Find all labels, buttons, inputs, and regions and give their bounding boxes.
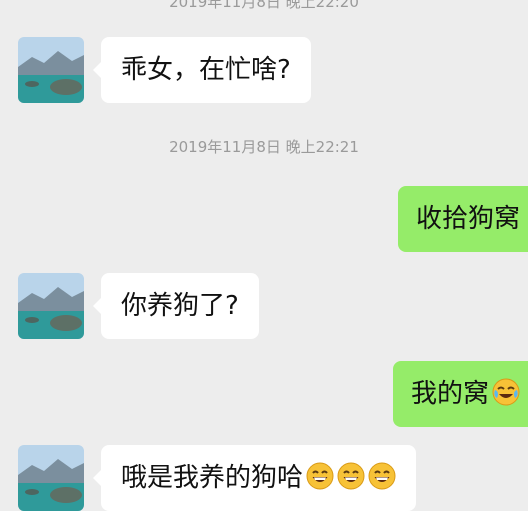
contact-avatar[interactable] [18, 273, 84, 339]
message-bubble-outgoing[interactable]: 收拾狗窝 [398, 186, 528, 252]
message-text: 乖女，在忙啥? [121, 55, 291, 85]
grinning-emoji-icon [306, 462, 334, 490]
message-bubble-incoming[interactable]: 你养狗了? [93, 273, 259, 339]
contact-avatar[interactable] [18, 445, 84, 511]
message-text: 哦是我养的狗哈 [121, 463, 304, 493]
message-text: 我的窝 [411, 379, 490, 409]
chat-timestamp: 2019年11月8日 晚上22:20 [169, 0, 359, 11]
message-text: 收拾狗窝 [416, 204, 521, 234]
message-bubble-outgoing[interactable]: 我的窝 [393, 361, 528, 427]
message-text: 你养狗了? [121, 291, 239, 321]
message-bubble-incoming[interactable]: 乖女，在忙啥? [93, 37, 311, 103]
contact-avatar[interactable] [18, 37, 84, 103]
chat-timestamp: 2019年11月8日 晚上22:21 [169, 138, 359, 156]
grinning-emoji-icon [337, 462, 365, 490]
message-bubble-incoming[interactable]: 哦是我养的狗哈 [92, 445, 417, 511]
landscape-avatar-image [18, 37, 84, 103]
landscape-avatar-image [18, 273, 84, 339]
landscape-avatar-image [18, 445, 84, 511]
grinning-emoji-icon [368, 462, 396, 490]
crying-laughing-emoji-icon [492, 378, 520, 406]
